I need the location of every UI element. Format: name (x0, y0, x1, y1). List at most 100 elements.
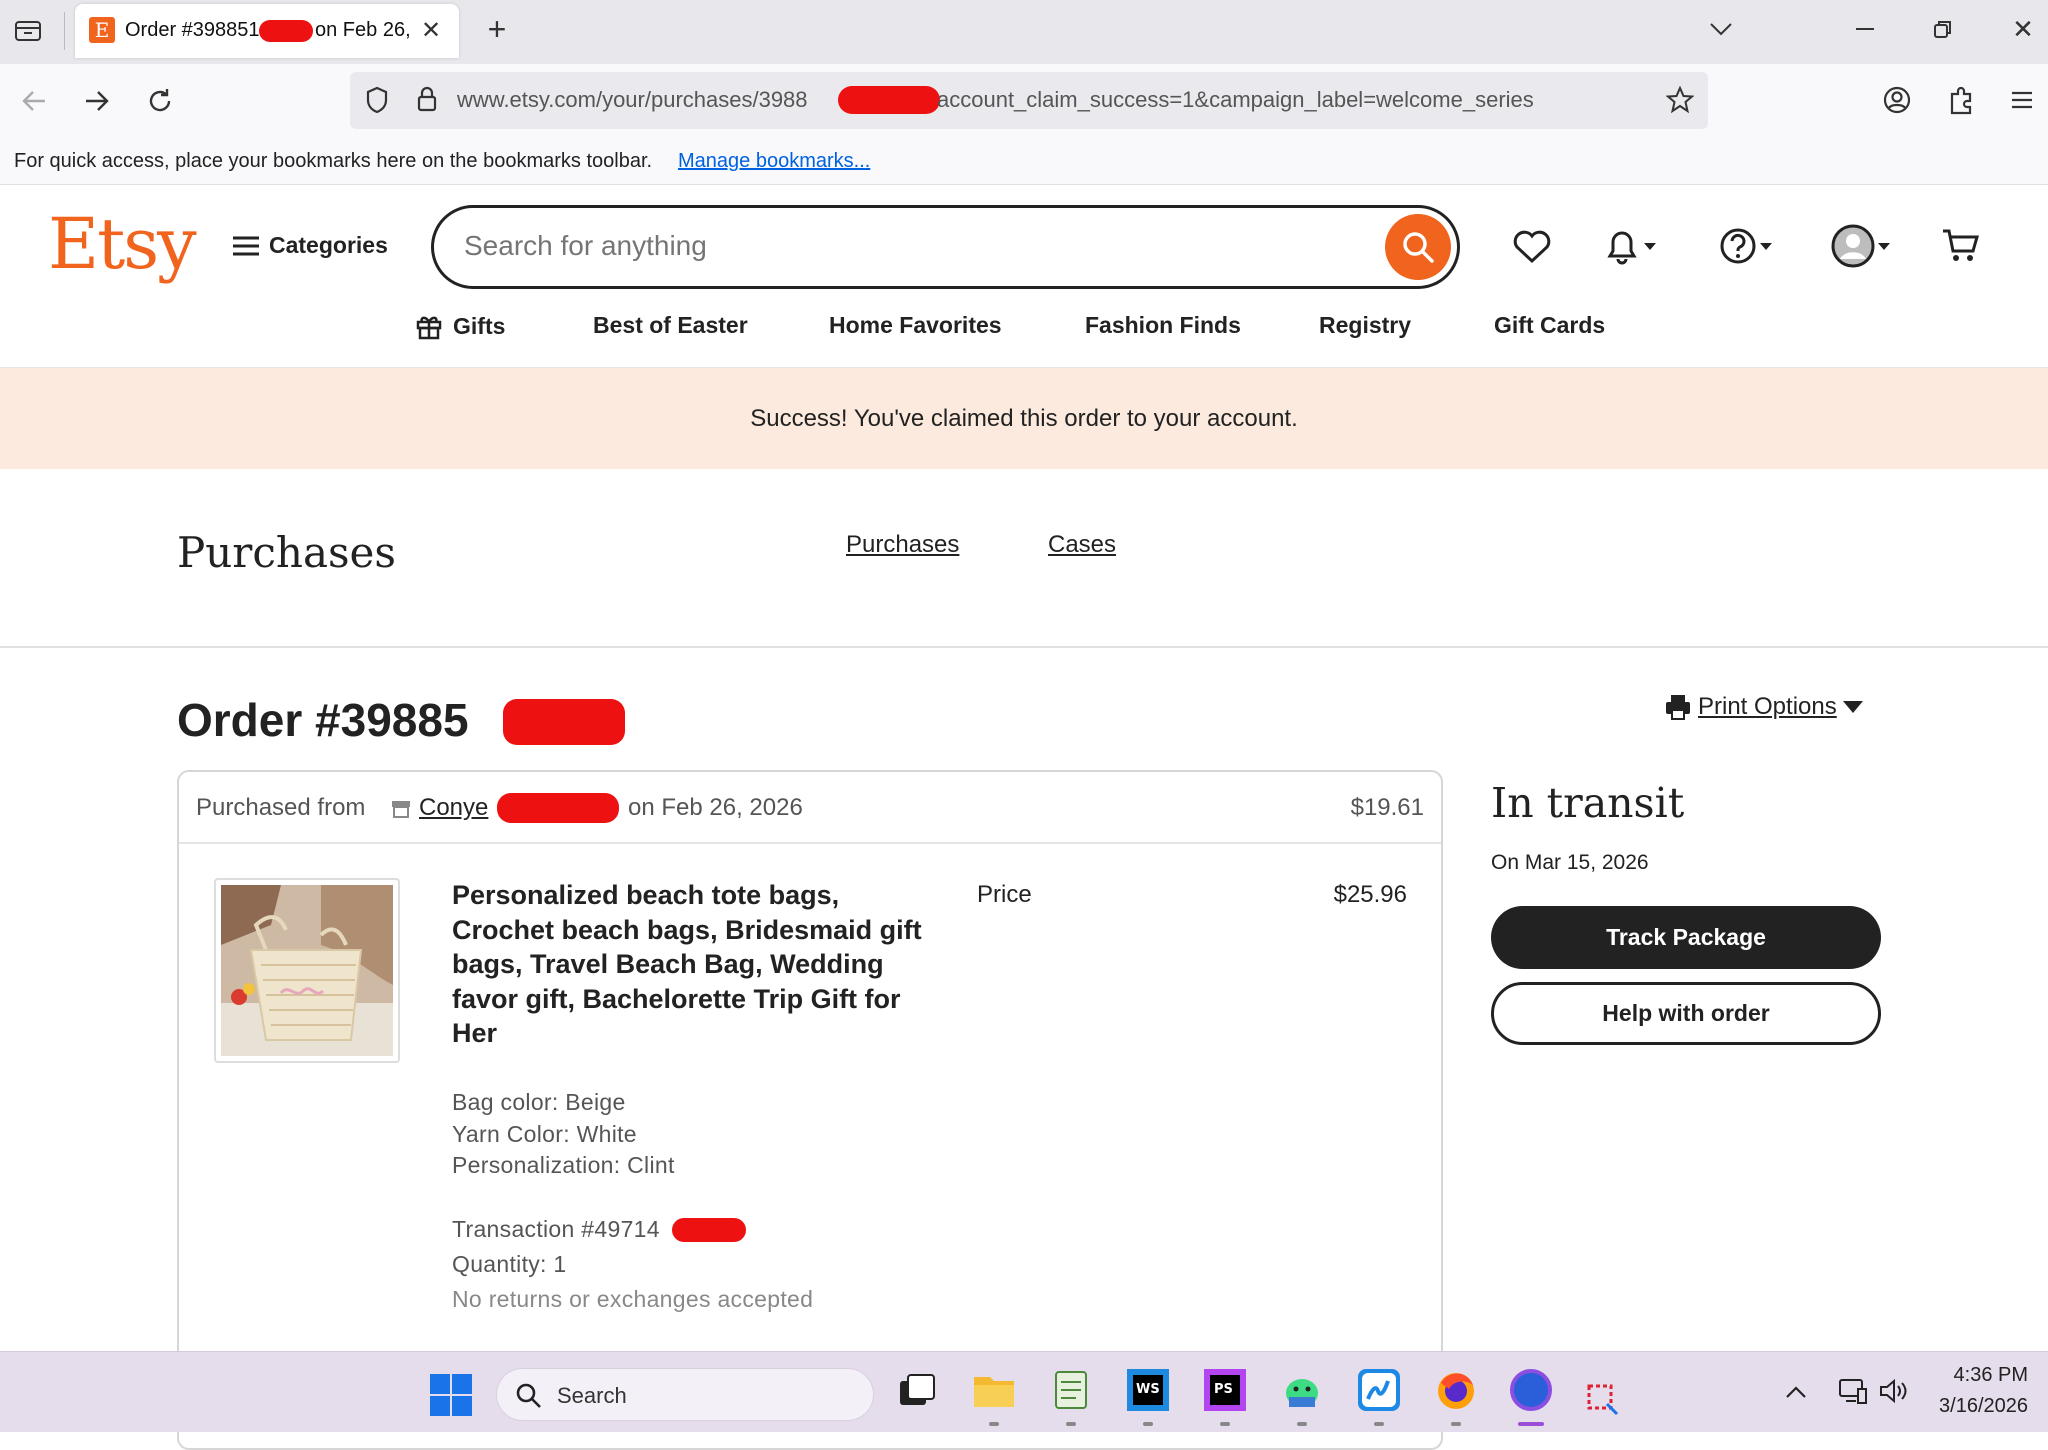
personalization: Personalization: Clint (452, 1152, 675, 1178)
notepad-icon[interactable] (1048, 1367, 1094, 1413)
notifications-bell-icon[interactable] (1594, 223, 1666, 269)
shop-icon (392, 801, 410, 818)
show-hidden-icons-chevron-icon[interactable] (1780, 1376, 1812, 1408)
help-with-order-button[interactable]: Help with order (1491, 982, 1881, 1045)
nav-gift-cards[interactable]: Gift Cards (1494, 312, 1605, 339)
running-indicator (1374, 1422, 1384, 1426)
address-bar[interactable]: www.etsy.com/your/purchases/3988 account… (350, 72, 1708, 129)
success-message: Success! You've claimed this order to yo… (750, 404, 1298, 432)
return-policy: No returns or exchanges accepted (452, 1286, 814, 1312)
manage-bookmarks-link[interactable]: Manage bookmarks... (678, 150, 870, 173)
windows-taskbar: Search WS PS 4:36 PM 3/16/2026 (0, 1351, 2048, 1432)
list-all-tabs-icon[interactable] (1704, 12, 1738, 46)
tracking-protection-shield-icon[interactable] (362, 85, 392, 115)
avatar[interactable] (1822, 221, 1900, 271)
bookmark-star-icon[interactable] (1664, 84, 1696, 116)
running-indicator (1220, 1422, 1230, 1426)
file-explorer-icon[interactable] (971, 1367, 1017, 1413)
nav-registry[interactable]: Registry (1319, 312, 1411, 339)
reload-icon[interactable] (142, 83, 178, 119)
tab-list-icon[interactable] (12, 14, 44, 46)
app-icon[interactable] (1356, 1367, 1402, 1413)
android-studio-icon[interactable] (1279, 1367, 1325, 1413)
extensions-icon[interactable] (1944, 83, 1978, 117)
clock-time[interactable]: 4:36 PM (1954, 1364, 2028, 1387)
search-button[interactable] (1385, 214, 1451, 280)
url-text-suffix[interactable]: account_claim_success=1&campaign_label=w… (937, 87, 1534, 113)
svg-text:WS: WS (1136, 1382, 1160, 1397)
nav-fashion-finds[interactable]: Fashion Finds (1085, 312, 1241, 339)
product-image (221, 885, 393, 1056)
new-tab-icon[interactable]: + (480, 11, 514, 47)
search-icon (1403, 232, 1434, 263)
product-thumbnail[interactable] (214, 878, 400, 1063)
menu-icon[interactable] (2005, 83, 2039, 117)
account-icon[interactable] (1880, 83, 1914, 117)
track-package-button[interactable]: Track Package (1491, 906, 1881, 969)
redaction-mark (497, 793, 619, 823)
browser-tab-bar: E Order #398851 on Feb 26, ✕ + ✕ (0, 0, 2048, 64)
close-window-icon[interactable]: ✕ (2006, 12, 2040, 46)
hamburger-icon (233, 236, 259, 255)
redaction-mark (838, 86, 940, 114)
cart-icon[interactable] (1938, 223, 1984, 269)
phpstorm-icon[interactable]: PS (1202, 1367, 1248, 1413)
tab-purchases[interactable]: Purchases (846, 531, 959, 559)
favorites-heart-icon[interactable] (1510, 225, 1554, 269)
running-indicator (1143, 1422, 1153, 1426)
etsy-favicon: E (89, 17, 115, 43)
back-icon[interactable] (16, 83, 52, 119)
price-label: Price (977, 881, 1032, 908)
tab-title: Order #398851 (125, 19, 260, 41)
start-icon[interactable] (429, 1373, 473, 1417)
tab-cases[interactable]: Cases (1048, 531, 1116, 559)
taskbar-search-label: Search (557, 1383, 627, 1408)
browser-toolbar: www.etsy.com/your/purchases/3988 account… (0, 64, 2048, 138)
shop-name-link[interactable]: Conye (419, 794, 488, 822)
firefox-icon[interactable] (1433, 1367, 1479, 1413)
nav-best-of-easter[interactable]: Best of Easter (593, 312, 748, 339)
active-tab[interactable]: E Order #398851 on Feb 26, ✕ (75, 4, 459, 58)
help-icon[interactable] (1710, 223, 1782, 269)
snipping-tool-icon[interactable] (1585, 1378, 1625, 1418)
close-tab-icon[interactable]: ✕ (417, 16, 445, 44)
volume-icon[interactable] (1876, 1374, 1910, 1408)
section-divider (0, 646, 2048, 648)
redaction-mark (503, 699, 625, 745)
quantity: Quantity: 1 (452, 1251, 567, 1277)
yarn-color: Yarn Color: White (452, 1121, 637, 1147)
printer-icon (1666, 695, 1690, 720)
lock-icon[interactable] (412, 84, 442, 114)
item-price: $25.96 (1333, 881, 1407, 908)
task-view-icon[interactable] (894, 1367, 940, 1413)
browser-active-icon[interactable] (1508, 1367, 1554, 1413)
etsy-logo[interactable]: Etsy (48, 203, 197, 285)
forward-icon[interactable] (79, 83, 115, 119)
categories-button[interactable]: Categories (233, 232, 388, 259)
taskbar-search[interactable]: Search (496, 1368, 874, 1421)
status-date: On Mar 15, 2026 (1491, 851, 1649, 874)
running-indicator (1297, 1422, 1307, 1426)
categories-label: Categories (269, 232, 388, 258)
webstorm-icon[interactable]: WS (1125, 1367, 1171, 1413)
url-text[interactable]: www.etsy.com/your/purchases/3988 (457, 87, 808, 113)
purchased-from-label: Purchased from (196, 794, 366, 821)
nav-home-favorites[interactable]: Home Favorites (829, 312, 1002, 339)
clock-date[interactable]: 3/16/2026 (1939, 1395, 2028, 1418)
running-indicator (1066, 1422, 1076, 1426)
nav-gifts[interactable]: Gifts (415, 312, 505, 340)
print-options-button[interactable]: Print Options (1664, 693, 1863, 721)
network-icon[interactable] (1836, 1374, 1870, 1408)
search-input[interactable] (464, 226, 1364, 266)
product-title[interactable]: Personalized beach tote bags, Crochet be… (452, 878, 922, 1051)
bookmarks-toolbar: For quick access, place your bookmarks h… (0, 138, 2048, 185)
page-title: Purchases (177, 528, 396, 577)
order-title: Order #39885 (177, 694, 469, 746)
restore-icon[interactable] (1926, 12, 1960, 46)
svg-text:PS: PS (1214, 1382, 1233, 1397)
minimize-icon[interactable] (1848, 12, 1882, 46)
order-card-header: Purchased from Conye on Feb 26, 2026 $19… (179, 772, 1441, 844)
order-total: $19.61 (1350, 794, 1424, 821)
site-header: Etsy Categories Gifts Best of Easter Hom… (0, 185, 2048, 368)
bookmarks-hint: For quick access, place your bookmarks h… (14, 150, 653, 172)
